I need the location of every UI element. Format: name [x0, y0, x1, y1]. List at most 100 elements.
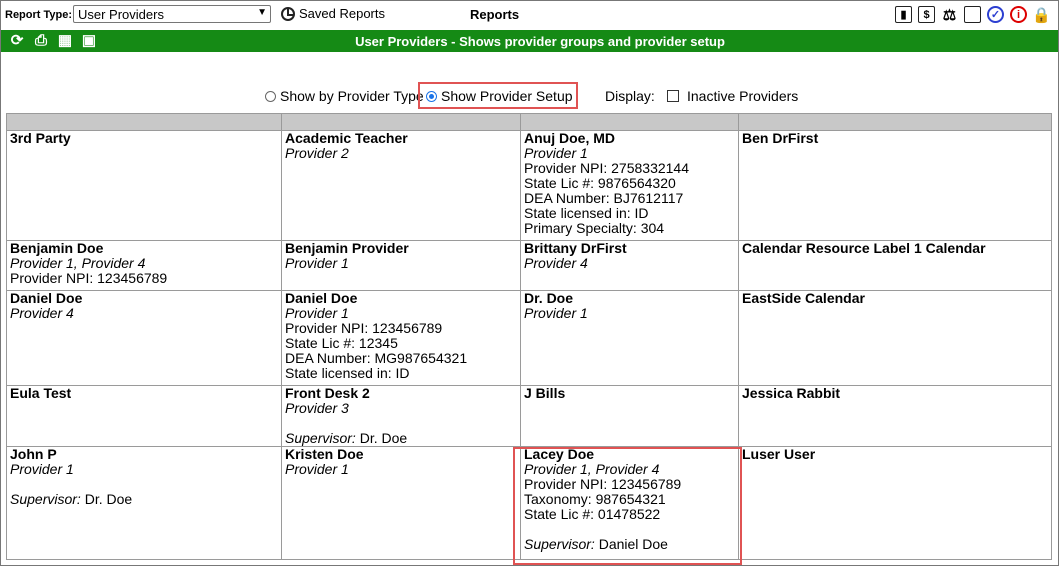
highlight-box	[513, 447, 742, 565]
provider-cell: Calendar Resource Label 1 Calendar	[738, 240, 1052, 291]
inactive-providers-label: Inactive Providers	[687, 88, 799, 104]
provider-cell: Front Desk 2 Provider 3 Supervisor: Dr. Do…	[281, 385, 521, 447]
provider-name: Academic Teacher	[285, 130, 408, 146]
page-title: Reports	[470, 7, 520, 22]
chart-icon[interactable]: ▮	[895, 6, 912, 23]
show-by-provider-type-radio[interactable]: Show by Provider Type	[265, 88, 424, 104]
provider-name: Calendar Resource Label 1 Calendar	[742, 240, 986, 256]
provider-name: John P	[10, 446, 57, 462]
provider-name: Eula Test	[10, 385, 72, 401]
provider-name: Dr. Doe	[524, 290, 574, 306]
provider-detail: DEA Number: MG987654321	[285, 350, 468, 366]
provider-name: J Bills	[524, 385, 566, 401]
header-cell	[6, 113, 282, 131]
display-label: Display:	[605, 88, 655, 104]
supervisor-line: Supervisor: Dr. Doe	[285, 431, 517, 446]
provider-detail: DEA Number: BJ7612117	[524, 190, 684, 206]
provider-group: Provider 1	[285, 305, 349, 321]
header-cell	[738, 113, 1052, 131]
provider-group: Provider 2	[285, 145, 349, 161]
supervisor-label: Supervisor:	[10, 491, 81, 507]
header-cell	[281, 113, 521, 131]
invoice-icon[interactable]: $	[918, 6, 935, 23]
provider-cell: J Bills	[520, 385, 739, 447]
provider-name: EastSide Calendar	[742, 290, 865, 306]
report-header-bar: ⟳ ⎙ ▦ ▣ User Providers - Shows provider …	[1, 30, 1058, 52]
provider-detail: State licensed in: ID	[524, 205, 649, 221]
supervisor-name: Dr. Doe	[84, 491, 133, 507]
provider-detail: Provider NPI: 123456789	[10, 270, 168, 286]
table-row: Benjamin Doe Provider 1, Provider 4 Provid…	[6, 240, 1052, 291]
provider-name: Daniel Doe	[285, 290, 358, 306]
provider-cell: Luser User	[738, 446, 1052, 560]
info-icon[interactable]: i	[1010, 6, 1027, 23]
provider-name: Benjamin Doe	[10, 240, 104, 256]
provider-cell: Benjamin Provider Provider 1	[281, 240, 521, 291]
lab-icon[interactable]: ⚖	[941, 6, 958, 24]
saved-reports-button[interactable]: Saved Reports	[281, 6, 385, 21]
report-type-label: Report Type:	[5, 9, 73, 21]
provider-cell: EastSide Calendar	[738, 290, 1052, 386]
lock-icon[interactable]: 🔒	[1032, 6, 1051, 24]
provider-cell: Academic Teacher Provider 2	[281, 130, 521, 241]
report-title: User Providers - Shows provider groups a…	[355, 34, 725, 49]
provider-cell: Brittany DrFirst Provider 4	[520, 240, 739, 291]
provider-cell: Benjamin Doe Provider 1, Provider 4 Provid…	[6, 240, 282, 291]
provider-group: Provider 1	[10, 461, 74, 477]
provider-group: Provider 1	[524, 145, 588, 161]
provider-detail: Provider NPI: 2758332144	[524, 160, 689, 176]
provider-group: Provider 1	[524, 305, 588, 321]
provider-cell: Daniel Doe Provider 4	[6, 290, 282, 386]
provider-name: Anuj Doe, MD	[524, 130, 615, 146]
table-row: Eula Test Front Desk 2 Provider 3 Superviso…	[6, 385, 1052, 447]
header-cell	[520, 113, 739, 131]
provider-group: Provider 1, Provider 4	[10, 255, 146, 271]
provider-cell: Jessica Rabbit	[738, 385, 1052, 447]
provider-detail: State licensed in: ID	[285, 365, 410, 381]
note-icon[interactable]	[964, 6, 981, 23]
provider-cell: John P Provider 1 Supervisor: Dr. Doe	[6, 446, 282, 560]
saved-reports-icon	[281, 7, 295, 21]
provider-detail: Provider NPI: 123456789	[285, 320, 443, 336]
provider-name: Brittany DrFirst	[524, 240, 627, 256]
inactive-providers-checkbox[interactable]: Inactive Providers	[667, 88, 798, 104]
provider-cell: 3rd Party	[6, 130, 282, 241]
provider-detail: State Lic #: 9876564320	[524, 175, 676, 191]
checkbox[interactable]	[667, 90, 679, 102]
supervisor-label: Supervisor:	[285, 430, 356, 446]
provider-name: Luser User	[742, 446, 816, 462]
provider-name: Daniel Doe	[10, 290, 83, 306]
provider-cell: Kristen Doe Provider 1	[281, 446, 521, 560]
show-by-provider-type-label: Show by Provider Type	[280, 88, 424, 104]
provider-name: Front Desk 2	[285, 385, 370, 401]
provider-cell: Anuj Doe, MD Provider 1 Provider NPI: 2758…	[520, 130, 739, 241]
provider-cell: Eula Test	[6, 385, 282, 447]
provider-name: Ben DrFirst	[742, 130, 819, 146]
provider-cell: Dr. Doe Provider 1	[520, 290, 739, 386]
saved-reports-label: Saved Reports	[299, 6, 385, 21]
chevron-down-icon: ▼	[257, 7, 267, 18]
top-toolbar: Report Type: User Providers ▼ Saved Repo…	[1, 1, 1058, 29]
provider-cell: Ben DrFirst	[738, 130, 1052, 241]
provider-group: Provider 4	[524, 255, 588, 271]
provider-group: Provider 1	[285, 255, 349, 271]
report-type-select[interactable]: User Providers ▼	[73, 5, 271, 23]
supervisor-name: Dr. Doe	[359, 430, 408, 446]
provider-name: Kristen Doe	[285, 446, 364, 462]
provider-name: 3rd Party	[10, 130, 71, 146]
provider-detail: Primary Specialty: 304	[524, 220, 665, 236]
provider-name: Benjamin Provider	[285, 240, 409, 256]
radio-unchecked[interactable]	[265, 90, 276, 102]
check-circle-icon[interactable]: ✓	[987, 6, 1004, 23]
table-row: 3rd Party Academic Teacher Provider 2 Anuj …	[6, 130, 1052, 241]
table-header-row	[6, 113, 1052, 131]
provider-group: Provider 4	[10, 305, 74, 321]
report-type-value: User Providers	[78, 7, 164, 22]
provider-group: Provider 1	[285, 461, 349, 477]
highlight-box	[418, 82, 578, 109]
table-row: Daniel Doe Provider 4 Daniel Doe Provider 1…	[6, 290, 1052, 386]
provider-cell: Daniel Doe Provider 1 Provider NPI: 123456…	[281, 290, 521, 386]
top-right-icons: ▮ $ ⚖ ✓ i 🔒	[895, 6, 1051, 24]
supervisor-line: Supervisor: Dr. Doe	[10, 492, 278, 507]
provider-name: Jessica Rabbit	[742, 385, 841, 401]
